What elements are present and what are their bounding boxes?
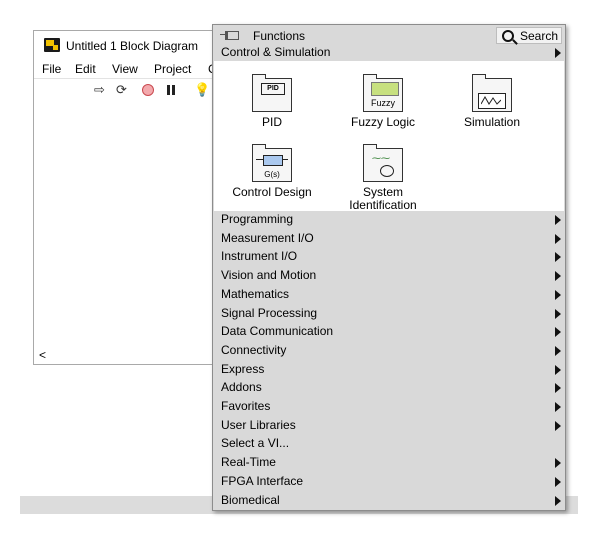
submenu-arrow-icon: [555, 458, 561, 469]
palette-category-label: Instrument I/O: [221, 249, 298, 264]
palette-title: Functions: [253, 29, 306, 43]
functions-palette: Functions Search Control & Simulation PI…: [212, 24, 566, 511]
horizontal-scrollbar[interactable]: <: [34, 348, 212, 364]
pin-icon[interactable]: [220, 31, 239, 40]
palette-item-pid[interactable]: PID PID: [222, 74, 322, 129]
submenu-arrow-icon: [555, 495, 561, 506]
palette-category-label: Biomedical: [221, 492, 280, 507]
palette-category-label: Data Communication: [221, 324, 334, 339]
simulation-icon: [472, 74, 512, 112]
submenu-arrow-icon: [555, 252, 561, 263]
submenu-arrow-icon: [555, 271, 561, 282]
submenu-arrow-icon: [555, 327, 561, 338]
palette-category-label: Select a VI...: [221, 436, 290, 451]
abort-execution-icon[interactable]: [142, 84, 154, 96]
palette-category-row[interactable]: Addons: [213, 379, 565, 396]
menu-file[interactable]: File: [42, 62, 61, 76]
subpalette-label: Control & Simulation: [221, 45, 331, 59]
pause-icon[interactable]: [167, 85, 176, 95]
submenu-arrow-icon: [555, 364, 561, 375]
palette-category-label: Measurement I/O: [221, 230, 314, 245]
palette-item-label: Fuzzy Logic: [350, 115, 416, 129]
palette-category-row[interactable]: Signal Processing: [213, 305, 565, 322]
submenu-arrow-icon: [555, 48, 561, 58]
subpalette-control-simulation[interactable]: Control & Simulation: [213, 44, 565, 61]
menu-view[interactable]: View: [112, 62, 138, 76]
highlight-execution-icon[interactable]: 💡: [194, 81, 210, 99]
submenu-arrow-icon: [555, 383, 561, 394]
palette-header: Functions Search: [213, 25, 565, 45]
labview-logo-icon: [44, 38, 60, 52]
submenu-arrow-icon: [555, 402, 561, 412]
palette-item-label: PID: [261, 115, 282, 129]
palette-item-label: Control Design: [232, 185, 312, 199]
system-identification-icon: ⁓⁓: [363, 144, 403, 182]
palette-category-row[interactable]: FPGA Interface: [213, 473, 565, 490]
palette-category-row[interactable]: User Libraries: [213, 417, 565, 434]
palette-category-row[interactable]: Connectivity: [213, 342, 565, 359]
submenu-arrow-icon: [555, 308, 561, 319]
palette-category-label: Mathematics: [221, 286, 290, 301]
palette-category-row[interactable]: Express: [213, 361, 565, 378]
palette-category-row[interactable]: Vision and Motion: [213, 267, 565, 284]
palette-category-row[interactable]: Measurement I/O: [213, 230, 565, 247]
palette-category-row[interactable]: Instrument I/O: [213, 248, 565, 265]
palette-item-system-identification[interactable]: ⁓⁓ System Identification: [333, 144, 433, 212]
run-continuously-icon[interactable]: ⟳: [116, 81, 127, 99]
scroll-left-icon[interactable]: <: [39, 348, 46, 362]
palette-category-label: Favorites: [221, 399, 271, 413]
subpalette-panel: PID PID Fuzzy Fuzzy Logic Simulation G(s…: [214, 61, 564, 212]
toolbar: ⇨ ⟳ 💡: [34, 81, 212, 101]
submenu-arrow-icon: [555, 215, 561, 225]
block-diagram-window: Untitled 1 Block Diagram File Edit View …: [33, 30, 217, 365]
fuzzy-logic-icon: Fuzzy: [363, 74, 403, 112]
palette-category-label: User Libraries: [221, 417, 296, 432]
search-button[interactable]: Search: [496, 27, 562, 44]
palette-category-row[interactable]: Programming: [213, 211, 565, 228]
palette-category-label: Vision and Motion: [221, 268, 317, 283]
waveform-icon: [481, 96, 501, 105]
pid-icon: PID: [252, 74, 292, 112]
palette-category-row[interactable]: Select a VI...: [213, 435, 565, 452]
palette-item-fuzzy-logic[interactable]: Fuzzy Fuzzy Logic: [333, 74, 433, 129]
menu-project[interactable]: Project: [154, 62, 191, 76]
palette-item-control-design[interactable]: G(s) Control Design: [222, 144, 322, 199]
search-icon: [502, 30, 514, 42]
run-arrow-icon[interactable]: ⇨: [94, 81, 105, 99]
palette-category-label: Programming: [221, 212, 294, 226]
submenu-arrow-icon: [555, 476, 561, 487]
palette-item-label: System Identification: [349, 185, 417, 212]
submenu-arrow-icon: [555, 420, 561, 431]
control-design-icon: G(s): [252, 144, 292, 182]
palette-category-label: FPGA Interface: [221, 473, 304, 488]
window-title: Untitled 1 Block Diagram: [66, 39, 199, 53]
block-diagram-titlebar[interactable]: Untitled 1 Block Diagram: [34, 31, 212, 59]
palette-category-label: Addons: [221, 380, 262, 395]
palette-category-label: Express: [221, 361, 265, 376]
palette-category-label: Real-Time: [221, 455, 276, 470]
palette-item-simulation[interactable]: Simulation: [442, 74, 542, 129]
submenu-arrow-icon: [555, 345, 561, 356]
palette-category-row[interactable]: Real-Time: [213, 454, 565, 471]
menu-bar: File Edit View Project C: [34, 60, 217, 79]
submenu-arrow-icon: [555, 233, 561, 244]
palette-category-row[interactable]: Data Communication: [213, 323, 565, 340]
search-label: Search: [520, 29, 559, 43]
palette-category-row[interactable]: Mathematics: [213, 286, 565, 303]
submenu-arrow-icon: [555, 289, 561, 300]
palette-category-label: Connectivity: [221, 342, 287, 357]
palette-item-label: Simulation: [463, 115, 521, 129]
palette-category-row[interactable]: Favorites: [213, 398, 565, 415]
menu-edit[interactable]: Edit: [75, 62, 96, 76]
palette-category-row[interactable]: Biomedical: [213, 492, 565, 509]
palette-category-label: Signal Processing: [221, 305, 318, 320]
